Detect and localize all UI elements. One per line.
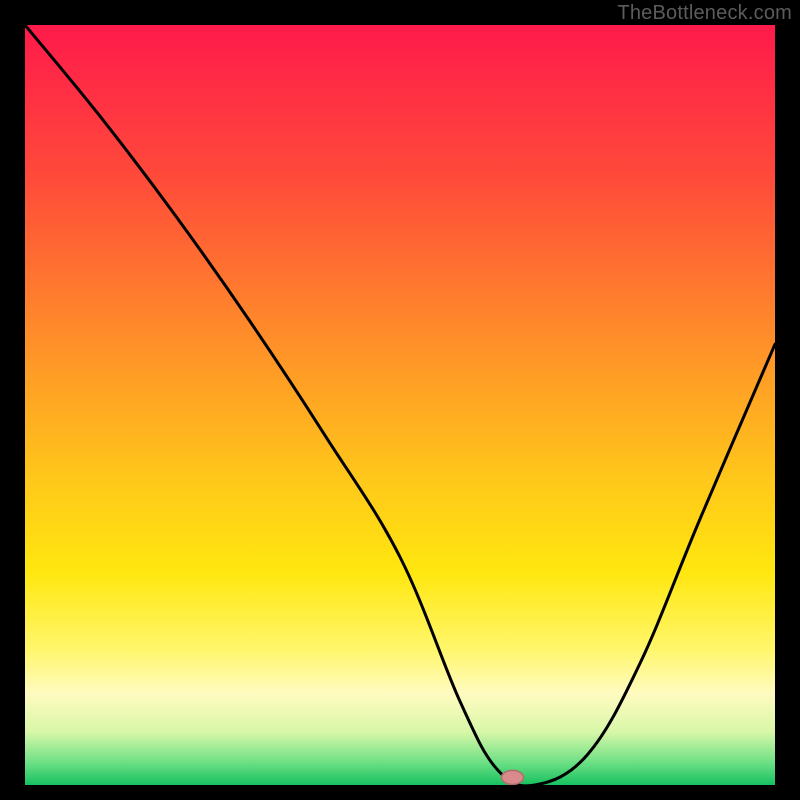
heat-gradient-background [25, 25, 775, 785]
chart-frame: TheBottleneck.com [0, 0, 800, 800]
watermark-label: TheBottleneck.com [617, 2, 792, 25]
optimal-point-marker [502, 770, 524, 784]
plot-area [25, 25, 775, 785]
bottleneck-chart-svg [25, 25, 775, 785]
